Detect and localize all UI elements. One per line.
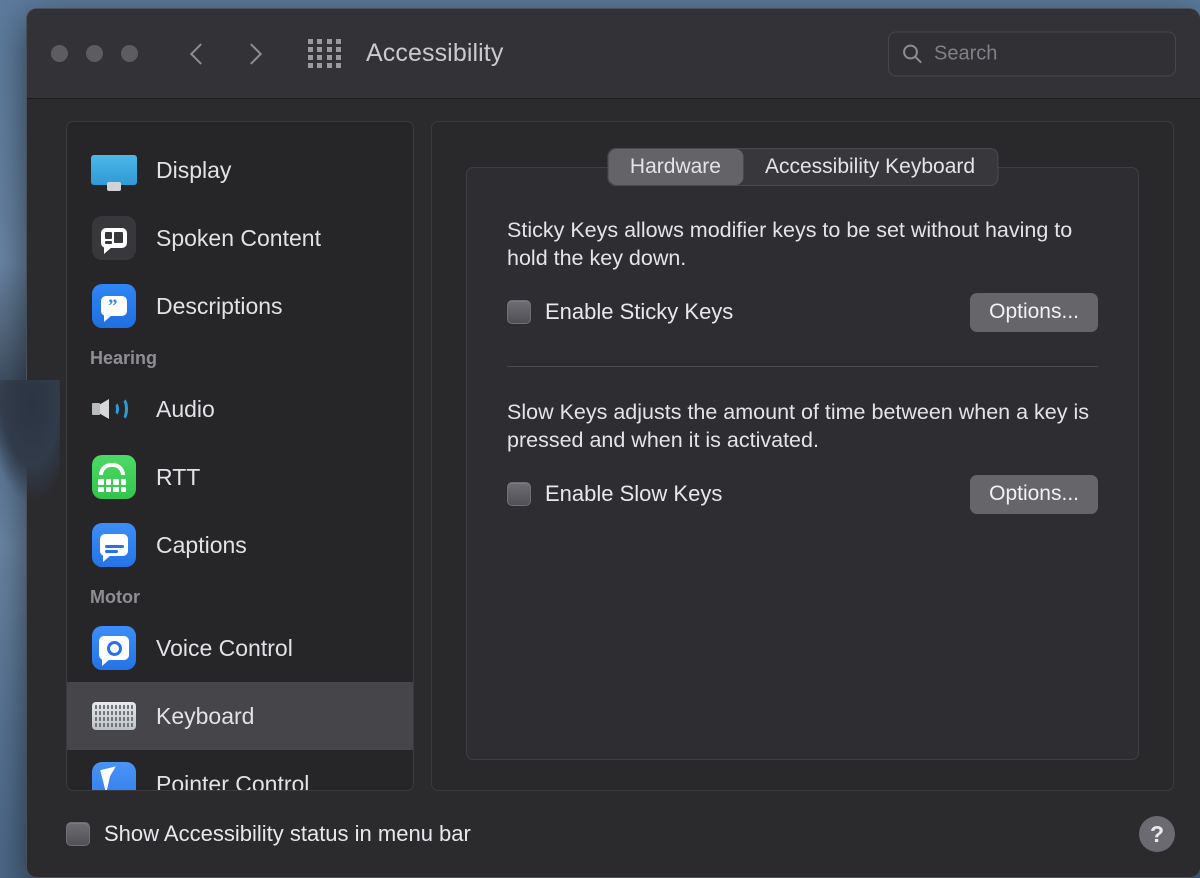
sidebar-item-pointer-control[interactable]: Pointer Control <box>67 750 413 791</box>
pointer-control-icon <box>90 760 138 791</box>
sticky-keys-options-button[interactable]: Options... <box>970 293 1098 332</box>
enable-sticky-keys-control[interactable]: Enable Sticky Keys <box>507 299 733 325</box>
tab-label: Accessibility Keyboard <box>765 155 975 179</box>
help-button[interactable]: ? <box>1139 816 1175 852</box>
tab-panel-hardware: Sticky Keys allows modifier keys to be s… <box>466 167 1139 760</box>
sidebar-item-rtt[interactable]: RTT <box>67 443 413 511</box>
enable-slow-keys-label: Enable Slow Keys <box>545 481 722 507</box>
sticky-keys-row: Enable Sticky Keys Options... <box>507 293 1098 332</box>
sidebar-list: Display Spoken Content <box>67 122 413 791</box>
traffic-light-buttons <box>51 45 138 62</box>
navigation-buttons <box>188 37 264 71</box>
sidebar-item-voice-control[interactable]: Voice Control <box>67 614 413 682</box>
enable-sticky-keys-checkbox[interactable] <box>507 300 531 324</box>
voice-control-icon <box>90 624 138 672</box>
sidebar-item-keyboard[interactable]: Keyboard <box>67 682 413 750</box>
window-body: Display Spoken Content <box>27 99 1200 791</box>
page-title: Accessibility <box>366 39 503 68</box>
slow-keys-row: Enable Slow Keys Options... <box>507 475 1098 514</box>
sidebar-item-captions[interactable]: Captions <box>67 511 413 579</box>
spoken-content-icon <box>90 214 138 262</box>
tab-container: Hardware Accessibility Keyboard Sticky K… <box>466 148 1139 760</box>
display-icon <box>90 146 138 194</box>
descriptions-icon: ” <box>90 282 138 330</box>
tab-accessibility-keyboard[interactable]: Accessibility Keyboard <box>743 149 997 185</box>
slow-keys-section: Slow Keys adjusts the amount of time bet… <box>507 398 1098 514</box>
grid-icon[interactable] <box>308 41 342 67</box>
window-titlebar: Accessibility Search <box>27 9 1200 99</box>
sidebar-item-spoken-content[interactable]: Spoken Content <box>67 204 413 272</box>
search-field[interactable]: Search <box>888 31 1176 76</box>
sidebar-item-label: Pointer Control <box>156 771 309 792</box>
sidebar-item-label: Descriptions <box>156 293 283 320</box>
close-button[interactable] <box>51 45 68 62</box>
captions-icon <box>90 521 138 569</box>
sidebar-item-label: Spoken Content <box>156 225 321 252</box>
minimize-button[interactable] <box>86 45 103 62</box>
sidebar-section-header-hearing: Hearing <box>67 340 413 375</box>
desktop-wallpaper: Accessibility Search Display <box>0 0 1200 878</box>
rtt-icon <box>90 453 138 501</box>
show-accessibility-status-checkbox[interactable] <box>66 822 90 846</box>
content-panel: Hardware Accessibility Keyboard Sticky K… <box>431 121 1174 791</box>
system-preferences-window: Accessibility Search Display <box>26 8 1200 878</box>
window-footer: Show Accessibility status in menu bar ? <box>27 791 1200 877</box>
back-icon[interactable] <box>188 37 210 71</box>
sidebar: Display Spoken Content <box>66 121 414 791</box>
sidebar-item-label: Keyboard <box>156 703 254 730</box>
show-accessibility-status-label: Show Accessibility status in menu bar <box>104 821 471 847</box>
tab-hardware[interactable]: Hardware <box>608 149 743 185</box>
sidebar-item-display[interactable]: Display <box>67 136 413 204</box>
tab-label: Hardware <box>630 155 721 179</box>
enable-slow-keys-control[interactable]: Enable Slow Keys <box>507 481 722 507</box>
sidebar-item-label: RTT <box>156 464 200 491</box>
show-status-control[interactable]: Show Accessibility status in menu bar <box>66 821 471 847</box>
sidebar-section-header-motor: Motor <box>67 579 413 614</box>
sidebar-item-descriptions[interactable]: ” Descriptions <box>67 272 413 340</box>
sidebar-item-label: Audio <box>156 396 215 423</box>
slow-keys-description: Slow Keys adjusts the amount of time bet… <box>507 398 1098 455</box>
section-divider <box>507 366 1098 367</box>
zoom-button[interactable] <box>121 45 138 62</box>
forward-icon[interactable] <box>242 37 264 71</box>
sticky-keys-description: Sticky Keys allows modifier keys to be s… <box>507 216 1098 273</box>
slow-keys-options-button[interactable]: Options... <box>970 475 1098 514</box>
search-placeholder: Search <box>934 42 997 65</box>
sticky-keys-section: Sticky Keys allows modifier keys to be s… <box>507 216 1098 332</box>
sidebar-item-label: Voice Control <box>156 635 293 662</box>
enable-sticky-keys-label: Enable Sticky Keys <box>545 299 733 325</box>
search-icon <box>901 43 923 65</box>
sidebar-item-label: Display <box>156 157 231 184</box>
keyboard-icon <box>90 692 138 740</box>
sidebar-item-label: Captions <box>156 532 247 559</box>
tab-bar: Hardware Accessibility Keyboard <box>607 148 998 186</box>
sidebar-item-audio[interactable]: Audio <box>67 375 413 443</box>
enable-slow-keys-checkbox[interactable] <box>507 482 531 506</box>
audio-icon <box>90 385 138 433</box>
